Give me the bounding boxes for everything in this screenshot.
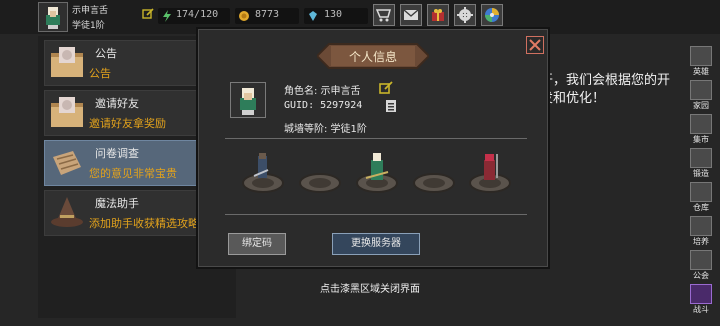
warehouse-icon [690,182,712,202]
hero-slot-5[interactable] [467,150,513,196]
menu-item-desc: 邀请好友拿奖励 [89,117,166,130]
sidebar-item-battle[interactable]: 战斗 [686,284,716,317]
sidebar-item-label: 培养 [693,237,709,246]
menu-item-title: 邀请好友 [95,97,139,110]
edit-name-icon[interactable] [379,80,393,94]
gold-value: 8773 [255,9,280,20]
gift-button[interactable] [427,4,449,26]
shop-button[interactable] [373,4,395,26]
sidebar-item-train[interactable]: 培养 [686,216,716,249]
guild-icon [690,250,712,270]
close-button[interactable] [526,36,544,54]
sidebar-item-home[interactable]: 家园 [686,80,716,113]
edit-icon[interactable] [142,5,154,19]
player-portrait-icon [231,83,265,117]
player-rank: 学徒1阶 [72,21,105,31]
sidebar-item-hero[interactable]: 英雄 [686,46,716,79]
gift-box-icon [432,9,444,21]
menu-item-title: 问卷调查 [95,147,139,160]
wizard-hat-icon [49,195,85,231]
sidebar-item-warehouse[interactable]: 仓库 [686,182,716,215]
gold-coin-icon [239,11,249,21]
player-avatar[interactable] [38,2,68,32]
sidebar-item-label: 战斗 [693,305,709,314]
character-name-row: 角色名: 示申言舌 [284,86,361,97]
energy-counter: 174/120 [158,8,230,24]
divider [225,214,527,215]
gem-counter: 130 [304,8,368,24]
menu-item-title: 魔法助手 [95,197,139,210]
hero-slot-3[interactable] [354,150,400,196]
mail-button[interactable] [400,4,422,26]
sidebar-item-guild[interactable]: 公会 [686,250,716,283]
copy-icon[interactable] [384,98,398,112]
sidebar-item-label: 仓库 [693,203,709,212]
rank-row: 城墙等阶: 学徒1阶 [284,124,367,135]
energy-value: 174/120 [176,9,219,20]
forge-icon [690,148,712,168]
divider [225,138,527,139]
hero-slot-4[interactable] [411,150,457,196]
right-sidebar: 英雄 家园 集市 锻造 仓库 培养 公会 战斗 [684,46,720,326]
settings-gear-icon [457,7,473,23]
sidebar-item-label: 集市 [693,135,709,144]
menu-item-title: 公告 [95,47,117,60]
hero-icon [690,46,712,66]
settings-button[interactable] [454,4,476,26]
hero-slot-1[interactable] [240,150,286,196]
gem-value: 130 [324,9,343,20]
lightning-icon [163,10,171,22]
bind-code-button[interactable]: 绑定码 [228,233,286,255]
gem-icon [309,11,317,21]
close-icon [529,39,541,51]
scroll-icon [49,45,85,81]
sidebar-item-label: 英雄 [693,67,709,76]
guid-row: GUID: 5297924 [284,100,363,111]
sidebar-item-label: 公会 [693,271,709,280]
shop-cart-icon [375,9,391,22]
swirl-button[interactable] [481,4,503,26]
sidebar-item-label: 家园 [693,101,709,110]
gold-counter: 8773 [235,8,299,24]
sidebar-item-market[interactable]: 集市 [686,114,716,147]
survey-icon [49,145,85,181]
player-name: 示申言舌 [72,6,109,16]
announcement-text: 开，我们会根据您的开发和优化！ [540,73,671,106]
menu-item-desc: 您的意见非常宝贵 [89,167,177,180]
modal-title: 个人信息 [348,50,397,64]
hero-slot-2[interactable] [297,150,343,196]
battle-icon [690,284,712,304]
switch-server-button[interactable]: 更换服务器 [332,233,420,255]
train-icon [690,216,712,236]
close-hint: 点击漆黑区域关闭界面 [320,284,420,295]
mail-icon [403,9,419,20]
menu-item-desc: 公告 [89,67,111,80]
sidebar-item-forge[interactable]: 锻造 [686,148,716,181]
profile-avatar [230,82,266,118]
scroll-icon [49,95,85,131]
sidebar-item-label: 锻造 [693,169,709,178]
menu-item-desc: 添加助手收获精选攻略 [89,217,199,230]
swirl-icon [485,8,499,22]
market-icon [690,114,712,134]
player-portrait-icon [39,3,67,31]
home-icon [690,80,712,100]
